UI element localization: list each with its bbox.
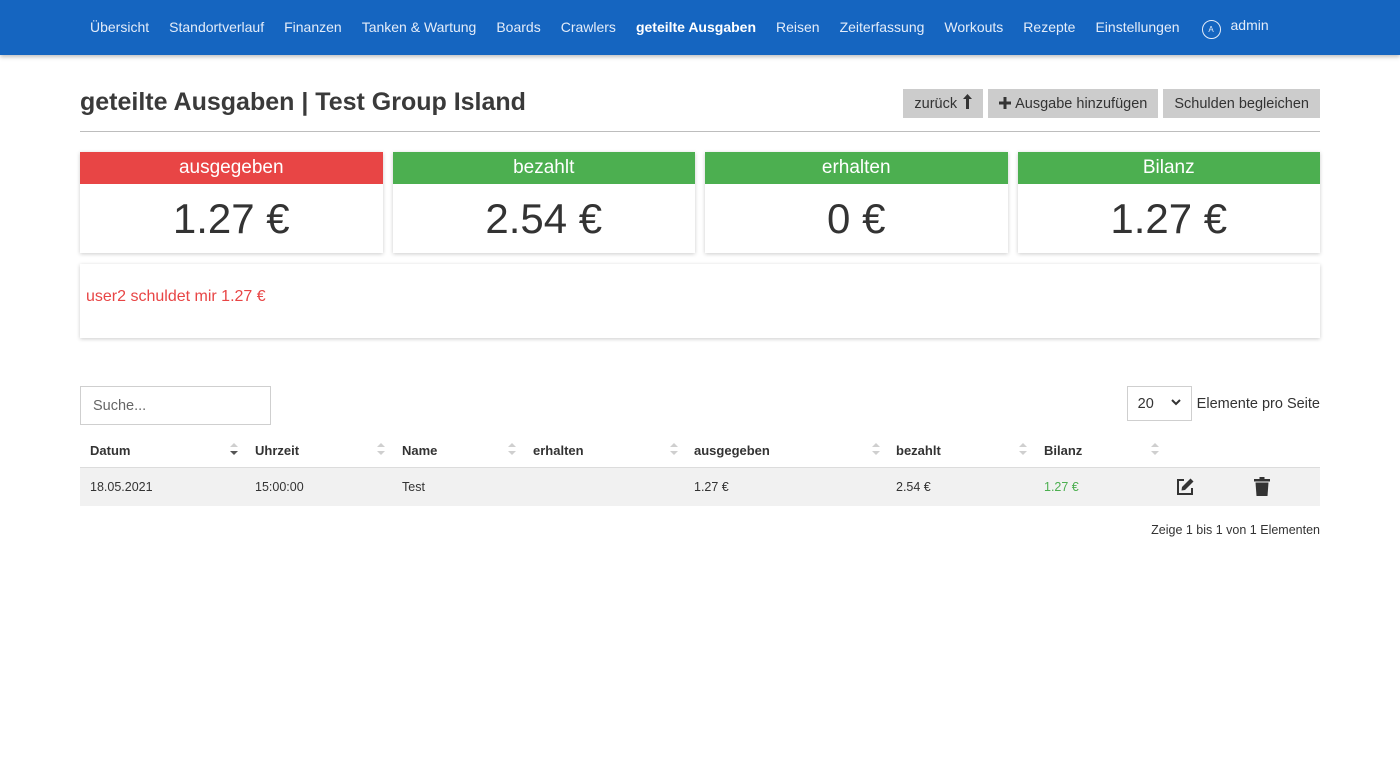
table-row: 18.05.2021 15:00:00 Test 1.27 € 2.54 € 1…: [80, 468, 1320, 506]
card-erhalten: erhalten 0 €: [705, 152, 1008, 253]
sort-icon: [1151, 441, 1161, 459]
col-header-label: bezahlt: [896, 443, 941, 458]
nav-item-reisen[interactable]: Reisen: [766, 0, 830, 55]
page-size-control: 20 Elemente pro Seite: [1126, 386, 1320, 421]
col-header-label: Uhrzeit: [255, 443, 300, 458]
sort-icon: [1019, 441, 1029, 459]
header-divider: [80, 131, 1320, 132]
page-size-value: 20: [1137, 395, 1154, 412]
nav-item-boards[interactable]: Boards: [486, 0, 550, 55]
top-navbar: Übersicht Standortverlauf Finanzen Tanke…: [0, 0, 1400, 55]
col-header-name[interactable]: Name: [402, 433, 437, 468]
col-header-label: Name: [402, 443, 438, 458]
chevron-down-icon: [1170, 398, 1181, 409]
sort-icon: [872, 441, 882, 459]
col-header-datum[interactable]: Datum: [90, 433, 130, 468]
card-bilanz: Bilanz 1.27 €: [1017, 152, 1320, 253]
page-size-select[interactable]: 20: [1126, 386, 1192, 421]
col-header-label: Bilanz: [1044, 443, 1083, 458]
card-ausgegeben: ausgegeben 1.27 €: [80, 152, 383, 253]
user-avatar-icon: A: [1201, 20, 1221, 39]
card-bezahlt: bezahlt 2.54 €: [392, 152, 695, 253]
page-size-label: Elemente pro Seite: [1196, 395, 1320, 412]
nav-item-finanzen[interactable]: Finanzen: [274, 0, 352, 55]
col-header-label: ausgegeben: [694, 443, 770, 458]
sort-desc-icon: [230, 441, 240, 459]
card-erhalten-value: 0 €: [827, 194, 886, 242]
table-header: Datum Uhrzeit Name erhalten ausgegeben b…: [80, 433, 1320, 468]
card-ausgegeben-value: 1.27 €: [172, 194, 290, 242]
card-bezahlt-header: bezahlt: [392, 152, 695, 184]
sort-icon: [670, 441, 680, 459]
settle-debts-button[interactable]: Schulden begleichen: [1163, 89, 1320, 118]
col-header-bezahlt[interactable]: bezahlt: [896, 433, 941, 468]
nav-item-tanken-wartung[interactable]: Tanken & Wartung: [352, 0, 487, 55]
cell-ausgegeben: 1.27 €: [694, 480, 729, 494]
nav-item-einstellungen[interactable]: Einstellungen: [1085, 0, 1189, 55]
nav-item-crawlers[interactable]: Crawlers: [551, 0, 626, 55]
level-up-icon: [963, 94, 973, 113]
plus-icon: [999, 94, 1012, 114]
back-button[interactable]: zurück: [903, 89, 984, 118]
user-name: admin: [1230, 16, 1269, 33]
col-header-label: erhalten: [533, 443, 584, 458]
card-bezahlt-value: 2.54 €: [485, 194, 603, 242]
debt-message-box: user2 schuldet mir 1.27 €: [80, 264, 1320, 338]
user-menu[interactable]: A admin: [1190, 10, 1269, 39]
sort-icon: [508, 441, 518, 459]
summary-cards: ausgegeben 1.27 € bezahlt 2.54 € erhalte…: [80, 152, 1320, 253]
search-input[interactable]: [80, 386, 271, 425]
card-bilanz-value: 1.27 €: [1110, 194, 1228, 242]
add-expense-label: Ausgabe hinzufügen: [1015, 95, 1148, 112]
card-bilanz-header: Bilanz: [1017, 152, 1320, 184]
trash-icon[interactable]: [1254, 477, 1270, 501]
cell-uhrzeit: 15:00:00: [255, 480, 304, 494]
cell-name: Test: [402, 480, 425, 494]
col-header-erhalten[interactable]: erhalten: [533, 433, 584, 468]
nav-item-uebersicht[interactable]: Übersicht: [80, 0, 159, 55]
card-erhalten-header: erhalten: [705, 152, 1008, 184]
header-actions: zurück Ausgabe hinzufügen Schulden begle…: [903, 89, 1320, 118]
nav-item-workouts[interactable]: Workouts: [934, 0, 1013, 55]
cell-datum: 18.05.2021: [90, 480, 153, 494]
cell-bezahlt: 2.54 €: [896, 480, 931, 494]
add-expense-button[interactable]: Ausgabe hinzufügen: [988, 89, 1159, 118]
back-button-label: zurück: [914, 95, 958, 112]
col-header-ausgegeben[interactable]: ausgegeben: [694, 433, 770, 468]
expenses-table: Datum Uhrzeit Name erhalten ausgegeben b…: [80, 433, 1320, 506]
nav-item-rezepte[interactable]: Rezepte: [1013, 0, 1085, 55]
pagination-info: Zeige 1 bis 1 von 1 Elementen: [1151, 523, 1320, 537]
edit-icon[interactable]: [1175, 477, 1195, 502]
sort-icon: [377, 441, 387, 459]
nav-item-standortverlauf[interactable]: Standortverlauf: [159, 0, 274, 55]
col-header-bilanz[interactable]: Bilanz: [1044, 433, 1082, 468]
cell-bilanz: 1.27 €: [1044, 480, 1079, 494]
nav-item-zeiterfassung[interactable]: Zeiterfassung: [830, 0, 935, 55]
col-header-label: Datum: [90, 443, 131, 458]
debt-message: user2 schuldet mir 1.27 €: [86, 288, 266, 305]
page-title: geteilte Ausgaben | Test Group Island: [80, 88, 526, 116]
card-ausgegeben-header: ausgegeben: [80, 152, 383, 184]
settle-debts-label: Schulden begleichen: [1174, 95, 1309, 112]
nav-item-geteilte-ausgaben[interactable]: geteilte Ausgaben: [626, 0, 766, 55]
col-header-uhrzeit[interactable]: Uhrzeit: [255, 433, 299, 468]
